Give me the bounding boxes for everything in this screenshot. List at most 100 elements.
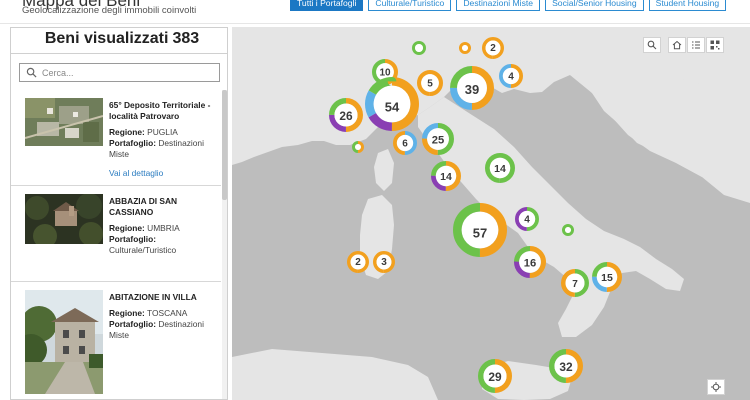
cluster-marker[interactable]: 26 [329,97,364,132]
single-marker[interactable] [412,41,426,55]
list-item[interactable]: ABBAZIA DI SAN CASSIANO Regione: UMBRIA … [11,186,221,282]
cluster-count: 4 [524,214,530,225]
region-value: UMBRIA [147,223,180,233]
tab-destinazioni-miste[interactable]: Destinazioni Miste [456,0,541,11]
cluster-marker[interactable]: 16 [513,246,546,279]
list-icon [692,41,700,49]
region-label: Regione: [109,127,145,137]
search-icon [647,40,657,50]
cluster-marker[interactable]: 14 [430,161,461,192]
property-photo [25,98,103,146]
cluster-marker[interactable]: 32 [549,348,584,383]
item-details: ABBAZIA DI SAN CASSIANO Regione: UMBRIA … [109,196,217,256]
sidebar: Beni visualizzati383 65° D [10,27,228,400]
cluster-count: 2 [355,257,361,268]
cluster-count: 29 [488,370,502,384]
cluster-marker[interactable]: 54 [364,76,420,131]
cluster-marker[interactable]: 4 [498,63,523,88]
cluster-count: 3 [381,257,387,268]
cluster-count: 26 [339,109,353,123]
cluster-marker[interactable]: 5 [417,69,444,96]
map-canvas[interactable]: 10 54 5 39 4 2 26 6 25 14 14 57 4 16 2 3 7 15 32 29 [232,27,750,400]
cluster-count: 39 [465,82,479,97]
cluster-center [565,227,571,233]
portfolio-label: Portafoglio: [109,319,156,329]
cluster-count: 16 [524,257,536,269]
item-meta: Regione: UMBRIA Portafoglio: Culturale/T… [109,223,217,256]
list-scrollbar[interactable] [222,90,227,399]
item-meta: Regione: PUGLIA Portafoglio: Destinazion… [109,127,217,160]
cluster-count: 32 [559,360,573,374]
cluster-marker[interactable]: 2 [482,37,504,60]
single-marker[interactable] [459,42,471,54]
cluster-count: 10 [379,68,391,79]
cluster-count: 2 [490,43,496,54]
search-input[interactable] [42,65,217,80]
detail-link[interactable]: Vai al dettaglio [109,168,163,178]
list-item[interactable]: 65° Deposito Territoriale - località Pat… [11,90,221,186]
cluster-count: 6 [402,138,408,149]
results-list: 65° Deposito Territoriale - località Pat… [11,90,221,399]
map-list-button[interactable] [687,37,705,53]
cluster-marker[interactable]: 39 [450,65,494,110]
cluster-marker[interactable]: 15 [591,262,622,293]
portfolio-value: Culturale/Turistico [109,245,177,255]
visible-count-heading: Beni visualizzati 383 [11,30,227,48]
map-qr-button[interactable] [706,37,724,53]
portfolio-tabs: Tutti i Portafogli Culturale/Turistico D… [290,0,727,11]
search-icon [26,67,37,78]
sidebar-divider [11,53,227,54]
cluster-center [355,144,361,150]
tab-tutti-portafogli[interactable]: Tutti i Portafogli [290,0,364,11]
cluster-marker[interactable]: 25 [421,123,454,156]
map-view[interactable]: 10 54 5 39 4 2 26 6 25 14 14 57 4 16 2 3 7 15 32 29 [232,27,750,400]
cluster-marker[interactable]: 2 [346,250,369,273]
item-details: 65° Deposito Territoriale - località Pat… [109,100,217,160]
cluster-marker[interactable]: 14 [484,153,515,184]
single-marker[interactable] [562,224,574,236]
item-meta: Regione: TOSCANA Portafoglio: Destinazio… [109,308,217,341]
scroll-thumb[interactable] [222,90,227,200]
region-value: PUGLIA [147,127,178,137]
cluster-count: 4 [508,71,514,82]
cluster-count: 14 [494,163,506,175]
tab-culturale-turistico[interactable]: Culturale/Turistico [368,0,452,11]
cluster-count: 15 [601,272,613,284]
app-header: Mappa dei Beni Geolocalizzazione degli i… [0,0,750,24]
map-search-button[interactable] [643,37,661,53]
cluster-center [462,45,468,51]
cluster-count: 7 [572,279,578,290]
item-title: 65° Deposito Territoriale - località Pat… [109,100,211,121]
item-title: ABBAZIA DI SAN CASSIANO [109,196,178,217]
list-item[interactable]: ABITAZIONE IN VILLA Regione: TOSCANA Por… [11,282,221,399]
cluster-count: 54 [385,100,400,115]
cluster-marker[interactable]: 4 [514,206,539,231]
region-value: TOSCANA [147,308,188,318]
property-photo [25,194,103,244]
single-marker[interactable] [352,141,364,153]
locate-icon [711,382,721,392]
tab-social-senior-housing[interactable]: Social/Senior Housing [545,0,644,11]
app-subtitle: Geolocalizzazione degli immobili coinvol… [22,5,197,16]
cluster-marker[interactable]: 6 [392,131,417,156]
portfolio-label: Portafoglio: [109,234,156,244]
home-icon [672,40,682,50]
property-photo [25,290,103,394]
map-home-button[interactable] [668,37,686,53]
cluster-marker[interactable]: 3 [372,251,395,274]
tab-student-housing[interactable]: Student Housing [648,0,727,11]
cluster-count: 14 [440,171,452,183]
qr-icon [710,40,720,50]
cluster-marker[interactable]: 29 [478,358,513,393]
cluster-marker[interactable]: 57 [453,202,508,257]
map-locate-button[interactable] [707,379,725,395]
region-label: Regione: [109,223,145,233]
cluster-count: 5 [427,79,433,90]
cluster-count: 57 [473,226,487,241]
cluster-marker[interactable]: 7 [561,269,590,298]
item-details: ABITAZIONE IN VILLA Regione: TOSCANA Por… [109,292,217,341]
region-label: Regione: [109,308,145,318]
visible-count-label: Beni visualizzati [44,30,169,47]
cluster-count: 25 [432,134,444,146]
visible-count-value: 383 [172,30,200,47]
